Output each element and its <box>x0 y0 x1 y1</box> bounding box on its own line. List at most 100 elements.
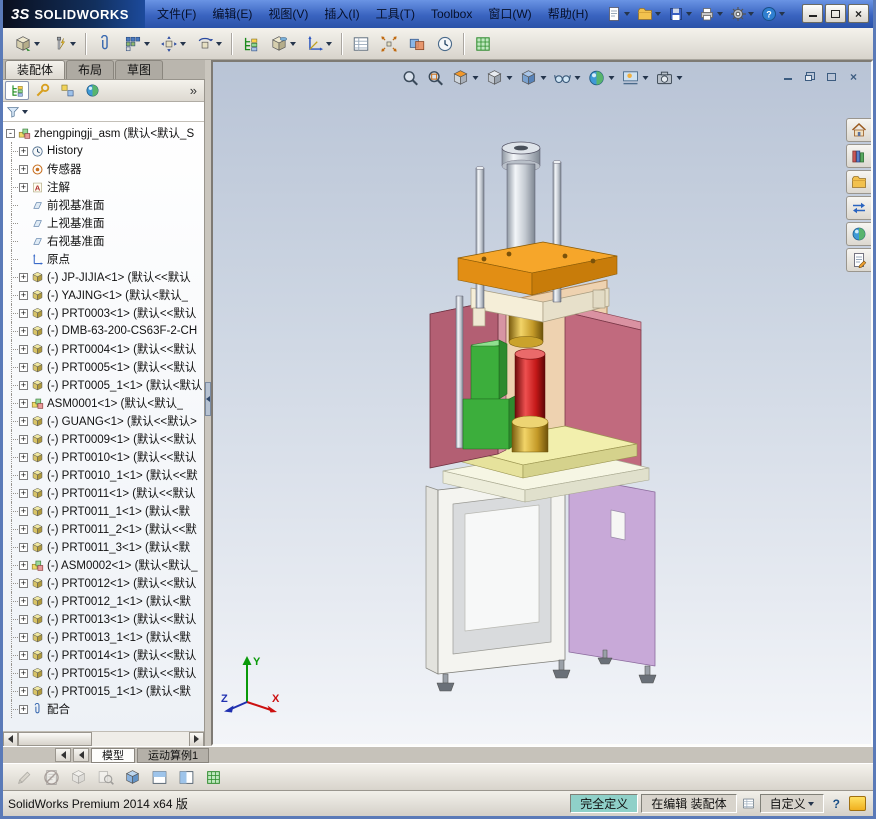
panel-overflow-button[interactable]: » <box>185 83 202 98</box>
tree-item[interactable]: + (-) PRT0003<1> (默认<<默认 <box>3 304 204 322</box>
file-explorer-button[interactable] <box>846 170 871 194</box>
zoom-fit-button[interactable] <box>401 68 421 88</box>
minimize-button[interactable] <box>802 4 823 23</box>
tree-item[interactable]: + (-) PRT0013<1> (默认<<默认 <box>3 610 204 628</box>
view-orientation-button[interactable] <box>485 68 514 88</box>
menu-item-2[interactable]: 视图(V) <box>260 0 316 28</box>
tree-item[interactable]: + (-) PRT0010_1<1> (默认<<默 <box>3 466 204 484</box>
rotate-component-button[interactable] <box>192 32 226 56</box>
tree-item[interactable]: + (-) PRT0015<1> (默认<<默认 <box>3 664 204 682</box>
tree-item[interactable]: + (-) PRT0011_2<1> (默认<<默 <box>3 520 204 538</box>
open-document-button[interactable] <box>635 5 663 23</box>
tree-expander[interactable]: + <box>19 704 28 714</box>
view-settings-button[interactable] <box>655 68 684 88</box>
menu-item-4[interactable]: 工具(T) <box>368 0 423 28</box>
filter-button[interactable] <box>5 104 29 120</box>
new-motion-study-button[interactable] <box>432 32 458 56</box>
tree-item[interactable]: + 配合 <box>3 700 204 718</box>
menu-item-0[interactable]: 文件(F) <box>149 0 204 28</box>
tree-expander[interactable]: + <box>19 164 28 174</box>
options-button[interactable] <box>728 5 756 23</box>
tree-item[interactable]: + (-) PRT0011_3<1> (默认<默 <box>3 538 204 556</box>
appearances-scenes-button[interactable] <box>846 222 871 246</box>
tree-item[interactable]: + (-) DMB-63-200-CS63F-2-CH <box>3 322 204 340</box>
tree-item[interactable]: + 传感器 <box>3 160 204 178</box>
tab-scroll-start-button[interactable] <box>55 748 71 762</box>
menu-item-7[interactable]: 帮助(H) <box>540 0 597 28</box>
tree-expander[interactable]: + <box>19 308 28 318</box>
model-3d[interactable] <box>213 62 871 744</box>
tree-expander[interactable]: + <box>19 578 28 588</box>
tree-item[interactable]: + (-) PRT0014<1> (默认<<默认 <box>3 646 204 664</box>
tree-item[interactable]: 上视基准面 <box>3 214 204 232</box>
mate-button[interactable] <box>92 32 118 56</box>
menu-item-1[interactable]: 编辑(E) <box>204 0 260 28</box>
configurationmanager-tab[interactable] <box>55 81 79 100</box>
tree-expander[interactable]: - <box>6 128 15 138</box>
command-tab-0[interactable]: 装配体 <box>5 60 66 79</box>
tree-expander[interactable]: + <box>19 506 28 516</box>
graphics-area[interactable]: × Y X Z <box>211 60 873 746</box>
reference-geometry-button[interactable] <box>302 32 336 56</box>
tree-expander[interactable]: + <box>19 182 28 192</box>
tree-item[interactable]: + A 注解 <box>3 178 204 196</box>
section-view-button[interactable] <box>451 68 480 88</box>
tree-expander[interactable]: + <box>19 488 28 498</box>
exploded-view-button[interactable] <box>376 32 402 56</box>
tree-item[interactable]: + (-) PRT0005_1<1> (默认<默认 <box>3 376 204 394</box>
doc-restore-button[interactable] <box>802 70 817 83</box>
tab-scroll-left-button[interactable] <box>73 748 89 762</box>
scroll-thumb[interactable] <box>18 731 92 746</box>
split-pane-horizontal-button[interactable] <box>147 766 172 789</box>
tree-expander[interactable]: + <box>19 416 28 426</box>
large-assembly-mode-button[interactable] <box>470 32 496 56</box>
solidworks-resources-button[interactable] <box>846 118 871 142</box>
tree-item[interactable]: + (-) JP-JIJIA<1> (默认<<默认 <box>3 268 204 286</box>
tree-item[interactable]: + (-) YAJING<1> (默认<默认_ <box>3 286 204 304</box>
doc-maximize-button[interactable] <box>824 70 839 83</box>
tree-item[interactable]: 右视基准面 <box>3 232 204 250</box>
tree-expander[interactable]: + <box>19 146 28 156</box>
tree-item[interactable]: + (-) GUANG<1> (默认<<默认> <box>3 412 204 430</box>
tree-expander[interactable]: + <box>19 290 28 300</box>
tree-item[interactable]: 原点 <box>3 250 204 268</box>
tree-expander[interactable]: + <box>19 524 28 534</box>
tree-expander[interactable]: + <box>19 326 28 336</box>
tree-expander[interactable]: + <box>19 434 28 444</box>
print-button[interactable] <box>697 5 725 23</box>
view-palette-button[interactable] <box>846 196 871 220</box>
assembly-features-button[interactable] <box>266 32 300 56</box>
linear-component-pattern-button[interactable] <box>120 32 154 56</box>
tree-item[interactable]: 前视基准面 <box>3 196 204 214</box>
propertymanager-tab[interactable] <box>30 81 54 100</box>
zoom-to-area-button[interactable] <box>426 68 446 88</box>
tree-item[interactable]: + (-) PRT0011<1> (默认<<默认 <box>3 484 204 502</box>
tree-expander[interactable]: + <box>19 632 28 642</box>
tree-expander[interactable]: + <box>19 560 28 570</box>
menu-item-3[interactable]: 插入(I) <box>316 0 367 28</box>
status-help-button[interactable]: ? <box>827 797 846 811</box>
new-document-button[interactable] <box>604 5 632 23</box>
quick-tips-icon[interactable] <box>849 796 866 811</box>
document-tab-1[interactable]: 运动算例1 <box>137 747 210 763</box>
tree-item[interactable]: + (-) ASM0002<1> (默认<默认_ <box>3 556 204 574</box>
units-selector[interactable]: 自定义 <box>759 794 824 813</box>
tree-item[interactable]: + (-) PRT0015_1<1> (默认<默 <box>3 682 204 700</box>
doc-close-button[interactable]: × <box>846 70 861 83</box>
maximize-button[interactable] <box>825 4 846 23</box>
tree-expander[interactable]: + <box>19 272 28 282</box>
tree-expander[interactable]: + <box>19 380 28 390</box>
grid-system-button[interactable] <box>201 766 226 789</box>
tree-item[interactable]: + (-) PRT0004<1> (默认<<默认 <box>3 340 204 358</box>
interference-detection-button[interactable] <box>404 32 430 56</box>
command-tab-1[interactable]: 布局 <box>66 60 115 79</box>
tree-item[interactable]: + ASM0001<1> (默认<默认_ <box>3 394 204 412</box>
tree-item[interactable]: + (-) PRT0012<1> (默认<<默认 <box>3 574 204 592</box>
assembly-visualization-button[interactable] <box>120 766 145 789</box>
close-button[interactable]: × <box>848 4 869 23</box>
scroll-left-button[interactable] <box>3 731 18 747</box>
tree-item[interactable]: + (-) PRT0013_1<1> (默认<默 <box>3 628 204 646</box>
apply-scene-button[interactable] <box>621 68 650 88</box>
tree-item[interactable]: - zhengpingji_asm (默认<默认_S <box>3 124 204 142</box>
edit-appearance-button[interactable] <box>587 68 616 88</box>
